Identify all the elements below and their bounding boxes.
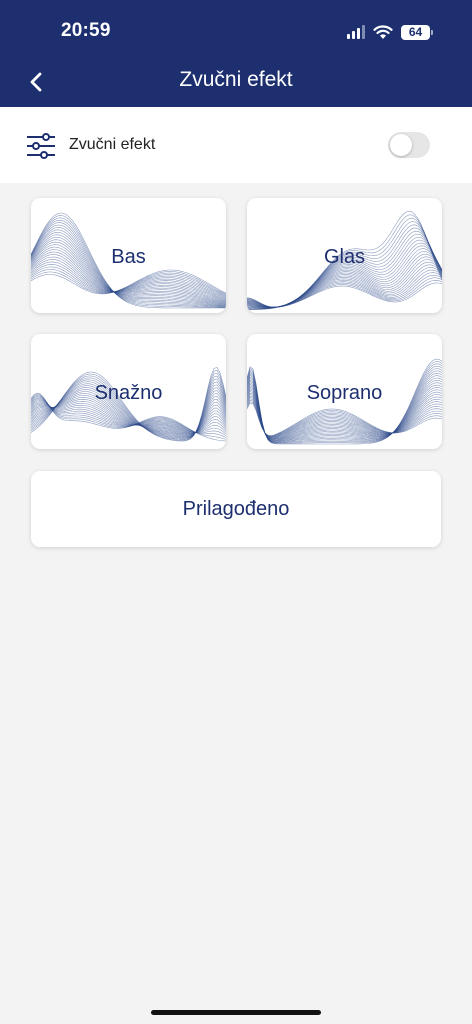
sound-effect-switch[interactable]	[388, 132, 430, 158]
status-icons: 64	[347, 20, 433, 44]
page-title: Zvučni efekt	[179, 68, 293, 91]
custom-preset-label: Prilagođeno	[182, 498, 290, 520]
custom-preset-button[interactable]: Prilagođeno	[31, 471, 441, 547]
status-time: 20:59	[61, 20, 111, 41]
preset-card-glas[interactable]: Glas	[247, 198, 442, 313]
home-indicator	[151, 1010, 321, 1015]
switch-knob	[390, 134, 412, 156]
sound-effect-label: Zvučni efekt	[69, 136, 156, 153]
preset-card-soprano[interactable]: Soprano	[247, 334, 442, 449]
wave-line	[247, 282, 442, 308]
preset-label: Bas	[111, 246, 146, 268]
app-header: 20:59 64 Zvučni efekt	[0, 0, 472, 107]
wave-line	[247, 279, 442, 308]
preset-card-snazno[interactable]: Snažno	[31, 334, 226, 449]
cellular-signal-icon	[347, 25, 365, 39]
preset-label: Soprano	[306, 382, 383, 404]
preset-label: Glas	[323, 246, 366, 268]
preset-label: Snažno	[94, 382, 163, 404]
wifi-icon	[373, 24, 393, 39]
sliders-icon	[27, 133, 55, 159]
preset-card-bas[interactable]: Bas	[31, 198, 226, 313]
battery-icon: 64	[401, 24, 433, 40]
wave-line	[247, 272, 442, 308]
wave-line	[31, 269, 226, 296]
wave-line	[247, 277, 442, 308]
